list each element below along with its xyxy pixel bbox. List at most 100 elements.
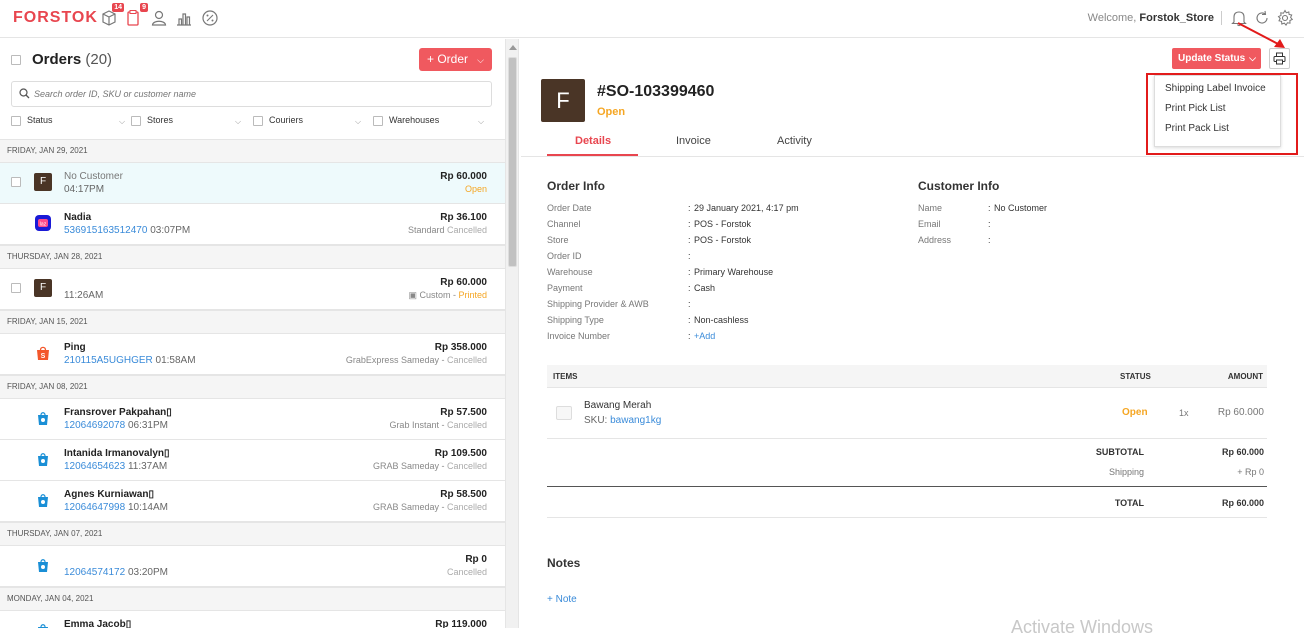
order-row[interactable]: Emma Jacob▯12064327764 05:44PMRp 119.000… [0, 611, 505, 628]
filter-stores[interactable]: Stores ⌵ [131, 115, 241, 126]
order-time: 01:58AM [152, 355, 196, 366]
orders-panel: Orders (20) + Order ⌵ Status ⌵ Stores ⌵ Cou… [0, 39, 505, 628]
courier-text: GrabExpress Sameday - [345, 355, 447, 365]
order-row[interactable]: laz Nadia 536915163512470 03:07PM Rp 36.100… [0, 204, 505, 245]
info-key: Shipping Provider & AWB [547, 299, 649, 309]
filter-warehouses[interactable]: Warehouses ⌵ [373, 115, 484, 126]
filter-warehouses-checkbox[interactable] [373, 115, 383, 126]
info-key: Invoice Number [547, 331, 611, 341]
order-row[interactable]: Fransrover Pakpahan▯ 12064692078 06:31PM R… [0, 399, 505, 440]
info-value: Non-cashless [694, 315, 749, 325]
courier-text: Grab Instant - [389, 420, 447, 430]
info-key: Channel [547, 219, 581, 229]
orders-scrollbar[interactable] [505, 39, 519, 628]
order-row[interactable]: F No Customer 04:17PM Rp 60.000 Open [0, 163, 505, 204]
chevron-down-icon: ⌵ [119, 117, 126, 126]
filter-status-checkbox[interactable] [11, 115, 21, 126]
add-note-link[interactable]: + Note [547, 594, 577, 605]
blibli-icon [38, 494, 48, 507]
order-amount: Rp 0 [465, 554, 487, 565]
order-meta: 12064692078 06:31PM [64, 420, 168, 431]
tab-invoice[interactable]: Invoice [676, 135, 711, 147]
order-checkbox[interactable] [11, 283, 21, 293]
order-status: GrabExpress Sameday - Cancelled [346, 355, 487, 365]
status-text: Cancelled [446, 502, 487, 512]
info-colon: : [688, 299, 691, 309]
order-status: Cancelled [447, 567, 487, 577]
add-order-button[interactable]: + Order ⌵ [419, 48, 492, 71]
order-detail-panel: Update Status ⌵ Shipping Label Invoice Pr… [521, 22, 1304, 637]
tab-details[interactable]: Details [575, 135, 611, 147]
filter-bar: Status ⌵ Stores ⌵ Couriers ⌵ Warehouses ⌵ [0, 115, 505, 135]
order-meta: 210115A5UGHGER 01:58AM [64, 355, 196, 366]
scrollbar-thumb[interactable] [508, 57, 517, 267]
orders-title-text: Orders [32, 51, 82, 68]
clipboard-icon[interactable]: 9 [124, 3, 148, 27]
total-divider [547, 486, 1267, 487]
info-key: Warehouse [547, 267, 593, 277]
order-row[interactable]: Intanida Irmanovalyn▯ 12064654623 11:37AM… [0, 440, 505, 481]
info-key: Name [918, 203, 943, 213]
active-tab-underline [547, 154, 638, 156]
customer-name: Nadia [64, 212, 92, 223]
courier-text: GRAB Sameday - [372, 502, 447, 512]
info-value: POS - Forstok [694, 219, 752, 229]
order-avatar: F [541, 79, 585, 122]
customer-name: Fransrover Pakpahan▯ [64, 407, 172, 418]
info-value: POS - Forstok [694, 235, 752, 245]
item-sku-link[interactable]: bawang1kg [610, 415, 661, 426]
order-row[interactable]: Agnes Kurniawan▯ 12064647998 10:14AM Rp 58… [0, 481, 505, 522]
subtotal-value: Rp 60.000 [1221, 447, 1264, 457]
info-value: Primary Warehouse [694, 267, 774, 277]
scroll-up-icon[interactable] [509, 45, 517, 50]
order-list: FRIDAY, JAN 29, 2021 F No Customer 04:17PM R… [0, 139, 505, 628]
order-id-link[interactable]: 12064654623 [64, 461, 125, 472]
bar-chart-icon[interactable] [175, 9, 193, 27]
order-meta: 12064647998 10:14AM [64, 502, 168, 513]
customer-name: Agnes Kurniawan▯ [64, 489, 154, 500]
order-id-link[interactable]: 12064647998 [64, 502, 125, 513]
order-time: 11:37AM [125, 461, 168, 472]
store-name[interactable]: Forstok_Store [1139, 12, 1214, 24]
subtotal-label: SUBTOTAL [1095, 447, 1144, 457]
order-row[interactable]: F 11:26AM Rp 60.000 ▣ Custom - Printed [0, 269, 505, 310]
order-amount: Rp 36.100 [440, 212, 487, 223]
order-id-link[interactable]: 12064574172 [64, 567, 125, 578]
forstok-logo[interactable]: FORSTOK [13, 9, 98, 27]
order-checkbox[interactable] [11, 177, 21, 187]
customer-name: Emma Jacob▯ [64, 619, 132, 628]
order-status: Open [465, 184, 487, 194]
percent-icon[interactable] [201, 9, 219, 27]
order-time: 03:20PM [125, 567, 168, 578]
order-id-link[interactable]: 536915163512470 [64, 225, 147, 236]
filter-status[interactable]: Status ⌵ [11, 115, 125, 126]
order-amount: Rp 60.000 [440, 171, 487, 182]
search-box[interactable] [11, 81, 492, 107]
search-icon [19, 88, 30, 99]
order-row[interactable]: S Ping 210115A5UGHGER 01:58AM Rp 358.000 Gra… [0, 334, 505, 375]
box-icon[interactable]: 14 [100, 3, 124, 27]
order-time: 10:14AM [125, 502, 168, 513]
notes-title: Notes [547, 556, 581, 570]
order-amount: Rp 358.000 [434, 342, 487, 353]
status-text: Cancelled [446, 225, 487, 235]
filter-couriers-checkbox[interactable] [253, 115, 263, 126]
order-status: ▣ Custom - Printed [408, 290, 487, 301]
order-id-link[interactable]: 210115A5UGHGER [64, 355, 153, 366]
svg-text:laz: laz [40, 222, 47, 228]
add-order-label: + Order [427, 52, 469, 66]
search-input[interactable] [34, 86, 474, 102]
select-all-checkbox[interactable] [11, 55, 21, 65]
tab-activity[interactable]: Activity [777, 135, 812, 147]
filter-couriers[interactable]: Couriers ⌵ [253, 115, 361, 126]
order-meta: 04:17PM [64, 184, 104, 195]
order-id-link[interactable]: 12064692078 [64, 420, 125, 431]
order-avatar: F [34, 173, 52, 191]
filter-stores-checkbox[interactable] [131, 115, 141, 126]
user-icon[interactable] [150, 9, 168, 27]
order-row[interactable]: 12064574172 03:20PM Rp 0 Cancelled [0, 546, 505, 587]
info-key: Email [918, 219, 941, 229]
chevron-down-icon: ⌵ [477, 55, 484, 65]
info-value[interactable]: +Add [694, 331, 715, 341]
day-header: FRIDAY, JAN 08, 2021 [0, 375, 505, 399]
